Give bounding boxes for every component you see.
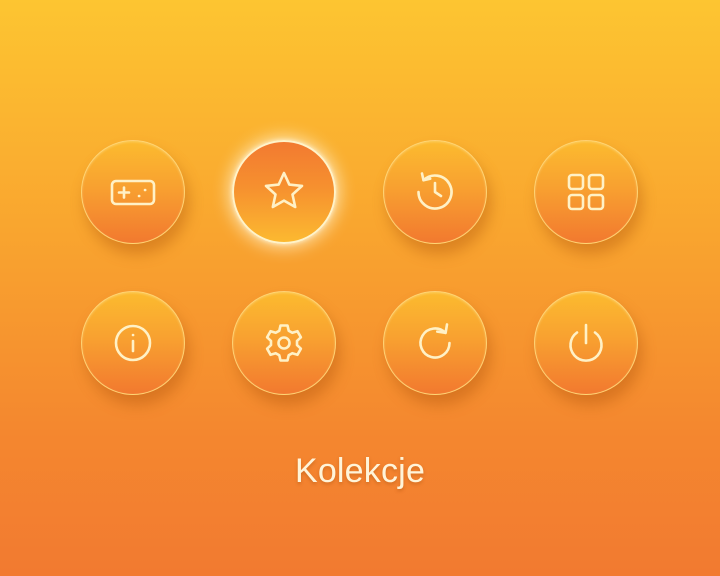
games-button[interactable] — [81, 140, 185, 244]
power-button[interactable] — [534, 291, 638, 395]
gear-icon — [258, 317, 310, 369]
info-button[interactable] — [81, 291, 185, 395]
info-icon — [107, 317, 159, 369]
grid-icon — [560, 166, 612, 218]
refresh-button[interactable] — [383, 291, 487, 395]
settings-button[interactable] — [232, 291, 336, 395]
selected-item-label: Kolekcje — [294, 452, 426, 490]
history-icon — [409, 166, 461, 218]
refresh-icon — [409, 317, 461, 369]
apps-button[interactable] — [534, 140, 638, 244]
gamepad-icon — [107, 166, 159, 218]
star-icon — [258, 166, 310, 218]
collections-button[interactable] — [232, 140, 336, 244]
power-icon — [560, 317, 612, 369]
history-button[interactable] — [383, 140, 487, 244]
